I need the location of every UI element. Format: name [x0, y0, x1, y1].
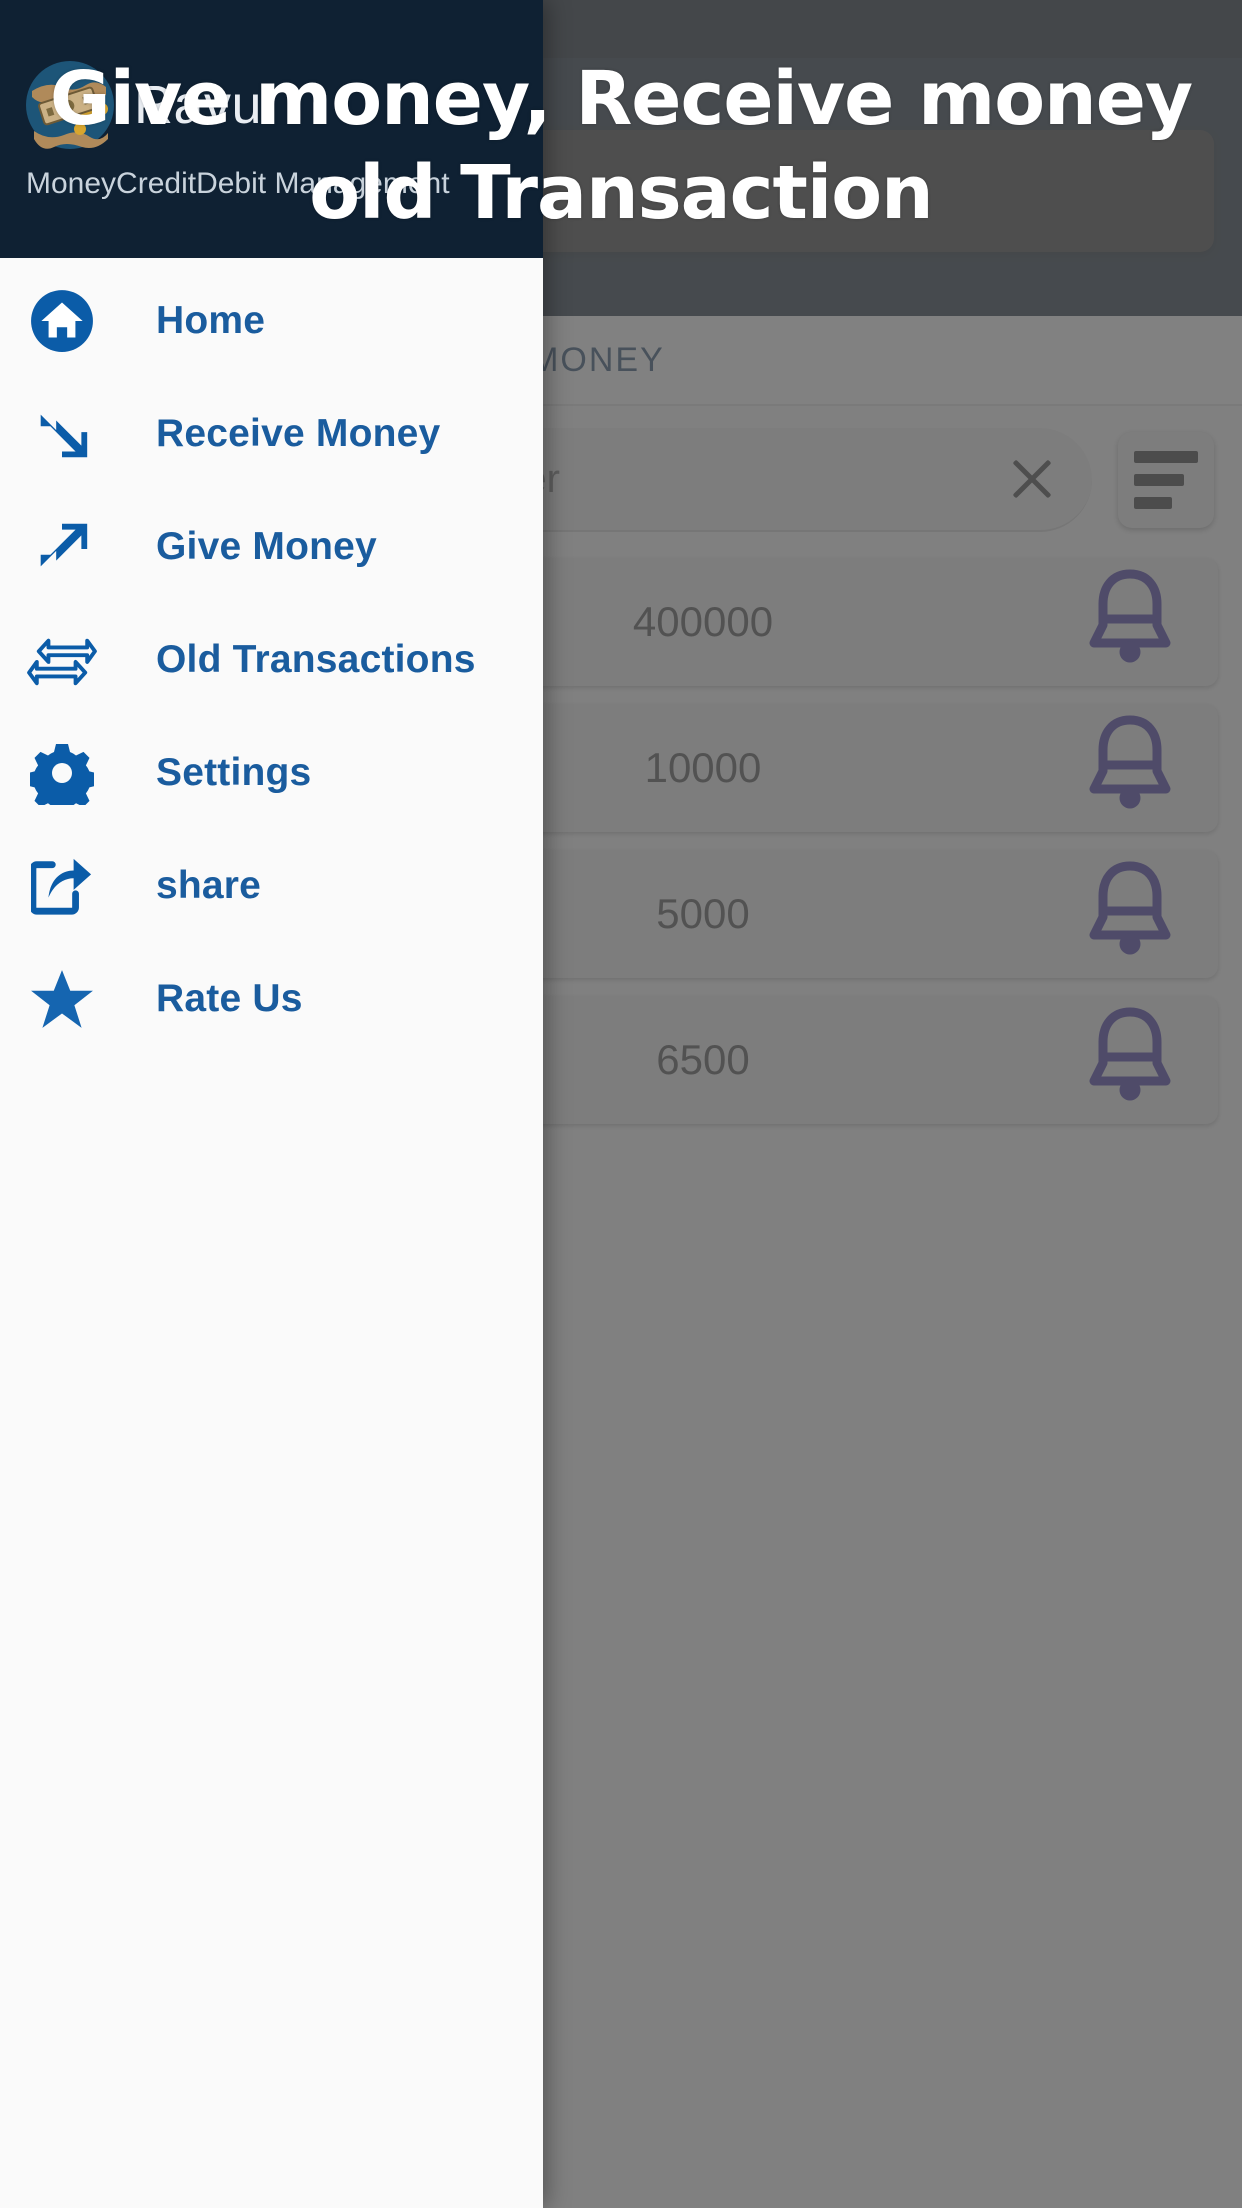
exchange-arrows-icon	[26, 624, 98, 696]
sidebar-item-home[interactable]: Home	[0, 264, 543, 377]
sidebar-item-label: Receive Money	[156, 411, 441, 455]
sidebar-item-label: Home	[156, 298, 266, 342]
home-icon	[26, 285, 98, 357]
sidebar-item-give-money[interactable]: Give Money	[0, 490, 543, 603]
drawer-app-subtitle: MoneyCreditDebit Management	[26, 167, 450, 200]
arrow-down-right-icon	[26, 398, 98, 470]
sidebar-item-receive-money[interactable]: Receive Money	[0, 377, 543, 490]
sidebar-item-rate-us[interactable]: Rate Us	[0, 942, 543, 1055]
drawer-app-name: Ravu	[134, 75, 263, 135]
sidebar-item-label: Old Transactions	[156, 637, 476, 681]
sidebar-item-share[interactable]: share	[0, 829, 543, 942]
globe-money-icon	[22, 57, 118, 153]
drawer-header: Ravu MoneyCreditDebit Management	[0, 0, 543, 258]
sidebar-item-settings[interactable]: Settings	[0, 716, 543, 829]
drawer-item-list: Home Receive Money Give Money Old Transa…	[0, 258, 543, 1055]
gear-icon	[26, 737, 98, 809]
sidebar-item-label: share	[156, 863, 262, 907]
sidebar-item-old-transactions[interactable]: Old Transactions	[0, 603, 543, 716]
star-icon	[26, 963, 98, 1035]
share-icon	[26, 850, 98, 922]
arrow-up-right-icon	[26, 511, 98, 583]
sidebar-item-label: Settings	[156, 750, 312, 794]
navigation-drawer: Ravu MoneyCreditDebit Management Home Re…	[0, 0, 543, 2208]
sidebar-item-label: Give Money	[156, 524, 377, 568]
app-screen: Total Balance 421500 GIVE MONEY RECEIVE …	[0, 0, 1242, 2208]
sidebar-item-label: Rate Us	[156, 976, 303, 1020]
